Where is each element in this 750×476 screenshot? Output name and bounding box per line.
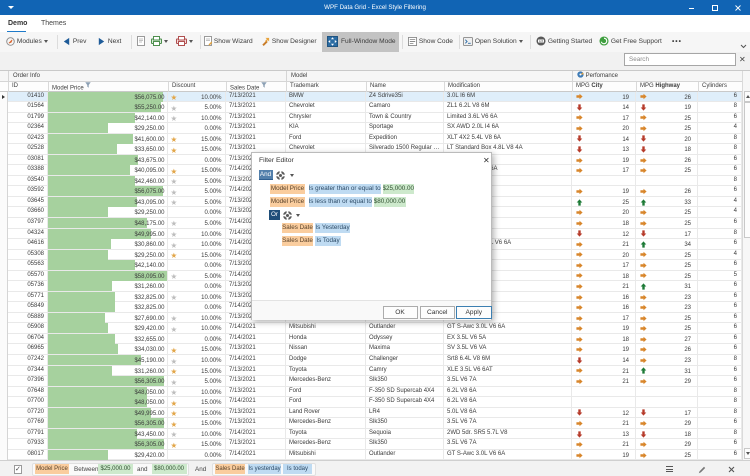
svg-text:123: 123: [539, 39, 544, 43]
